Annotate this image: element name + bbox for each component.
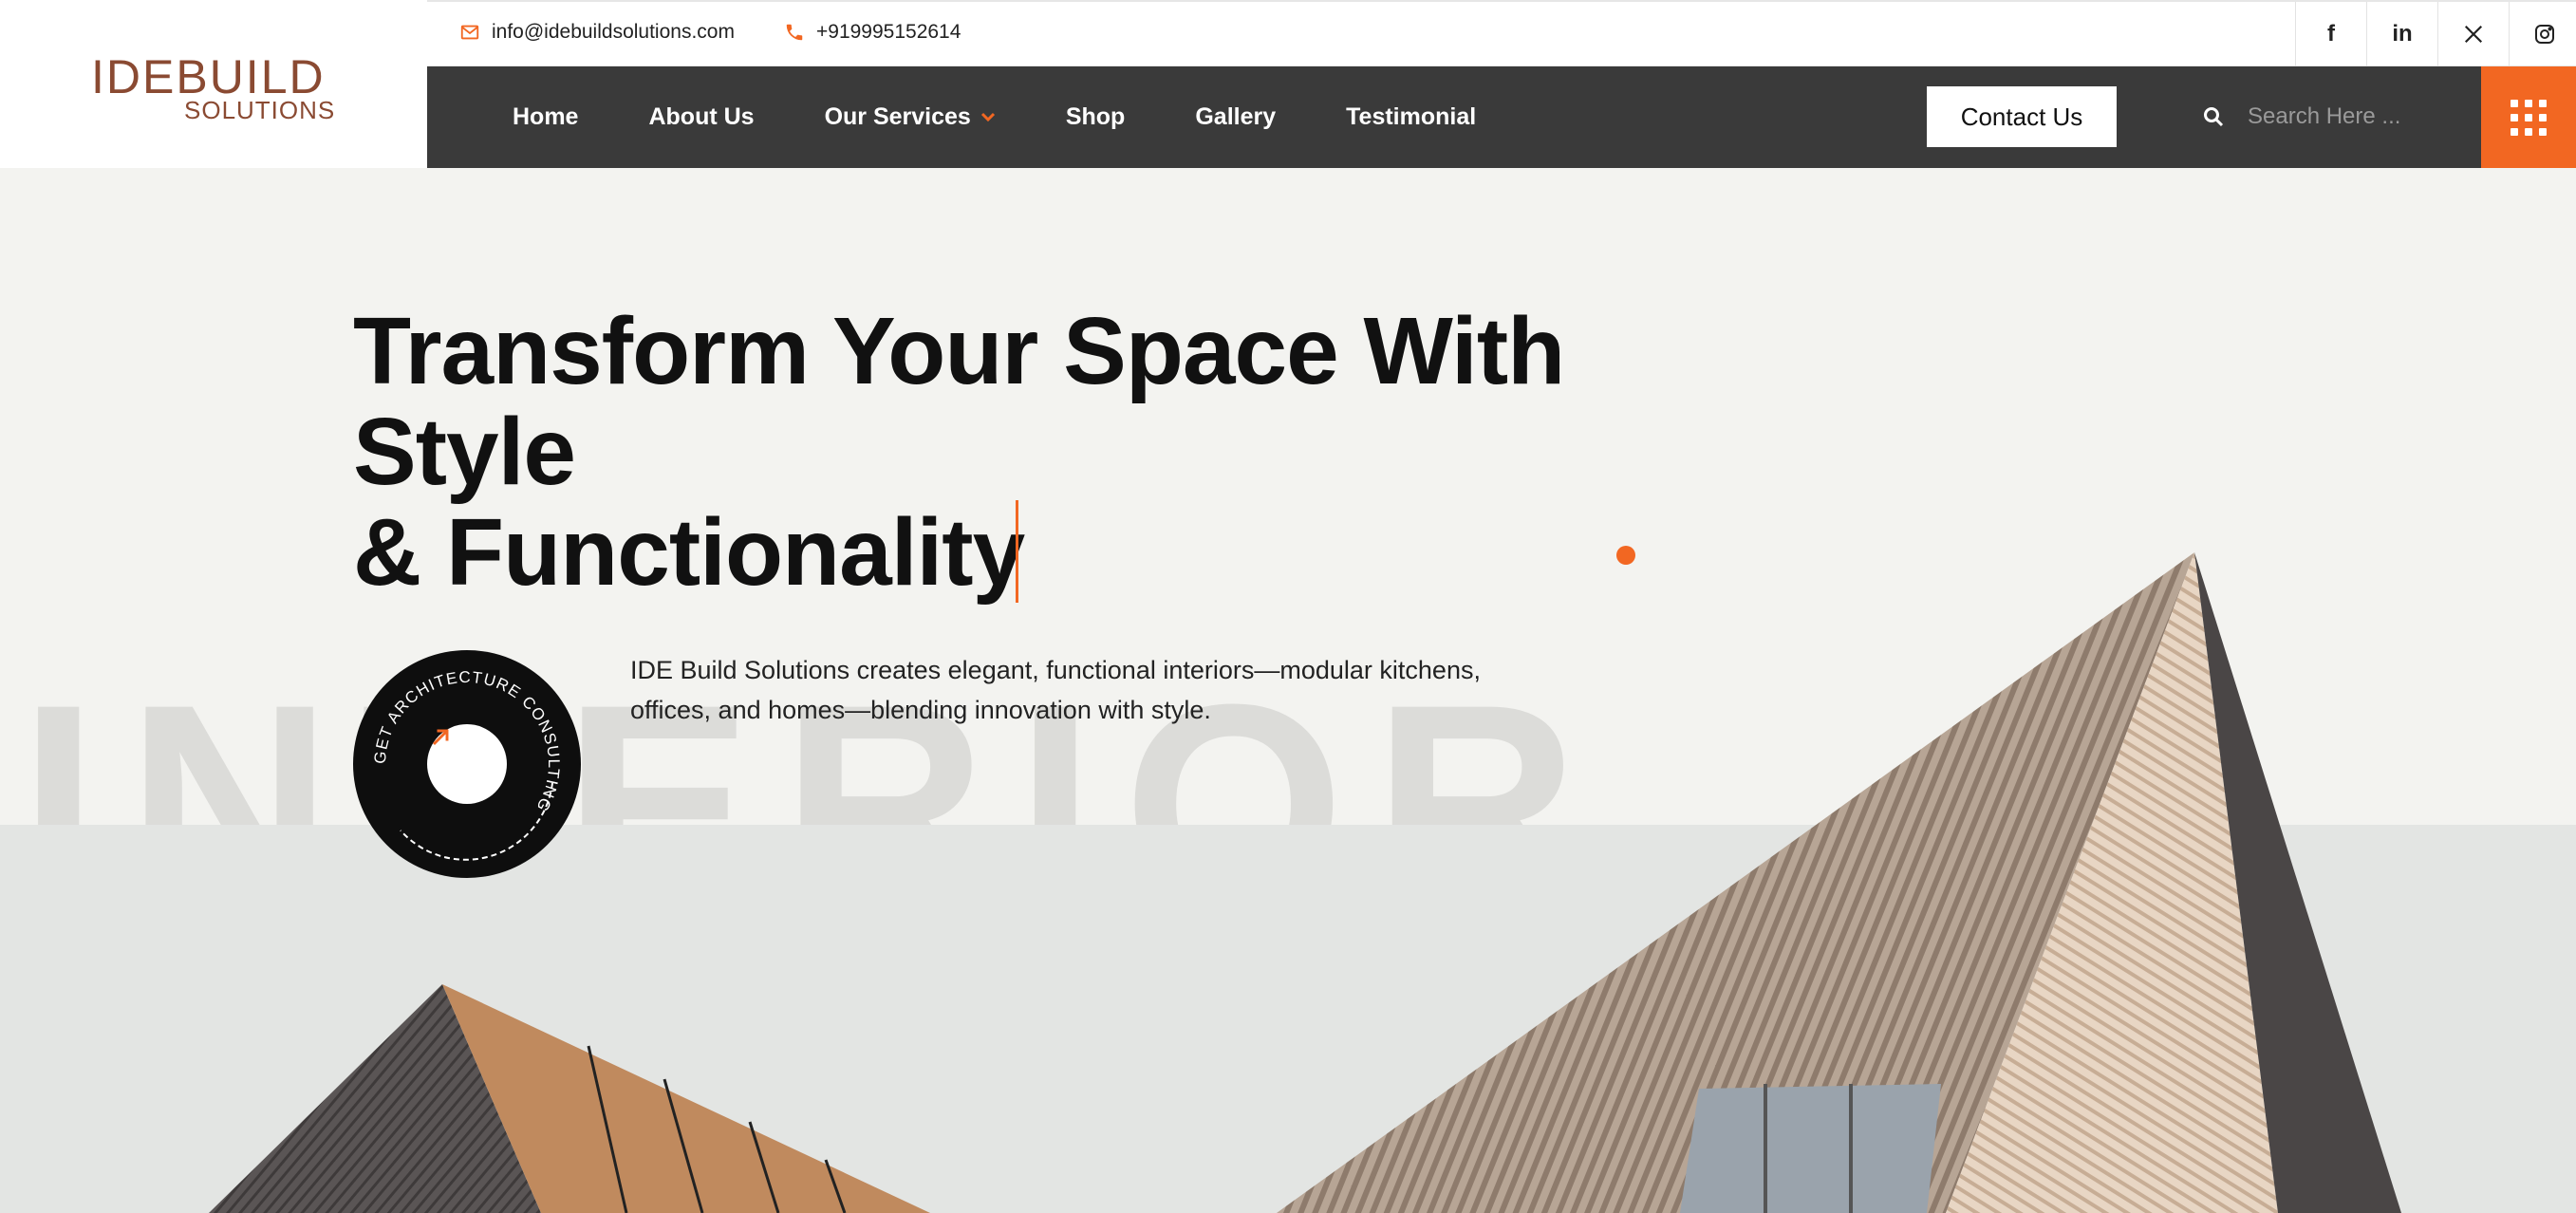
top-bar: info@idebuildsolutions.com +919995152614…	[427, 0, 2576, 66]
nav-item-gallery[interactable]: Gallery	[1195, 103, 1276, 131]
site-logo[interactable]: IDEBUILD SOLUTIONS	[91, 50, 347, 124]
nav-label: Shop	[1065, 103, 1126, 130]
phone-text: +919995152614	[816, 21, 961, 43]
hero-section: INTERIOR Transform Your Space With Style…	[0, 168, 2576, 1213]
headline-line-3: & Functionality	[353, 499, 1025, 606]
arrow-up-right-icon	[432, 729, 449, 746]
x-icon[interactable]	[2437, 2, 2509, 66]
headline-line-1: Transform Your Space With	[353, 298, 1565, 404]
decorative-dot	[1616, 546, 1635, 565]
mail-icon	[460, 25, 479, 40]
grid-menu-icon	[2511, 99, 2547, 136]
nav-label: Gallery	[1195, 103, 1277, 130]
chevron-down-icon	[980, 107, 996, 127]
hero-description: IDE Build Solutions creates elegant, fun…	[630, 656, 1481, 724]
social-links: f in	[2295, 2, 2576, 66]
grid-menu-button[interactable]	[2481, 66, 2576, 168]
badge-center	[427, 724, 507, 804]
hero-headline: Transform Your Space With Style & Functi…	[353, 298, 1565, 606]
nav-label: Testimonial	[1346, 103, 1477, 130]
email-contact[interactable]: info@idebuildsolutions.com	[459, 21, 735, 44]
facebook-icon[interactable]: f	[2295, 2, 2366, 66]
nav-label: Our Services	[824, 103, 971, 130]
linkedin-icon[interactable]: in	[2366, 2, 2437, 66]
email-text: info@idebuildsolutions.com	[492, 21, 735, 43]
nav-menu: Home About Us Our Services Shop Gallery …	[513, 66, 1546, 168]
main-navbar: Home About Us Our Services Shop Gallery …	[427, 66, 2576, 168]
search-icon[interactable]	[2202, 104, 2225, 129]
phone-icon	[786, 24, 803, 41]
nav-label: About Us	[648, 103, 755, 130]
site-header: IDEBUILD SOLUTIONS info@idebuildsolution…	[0, 0, 2576, 168]
nav-item-home[interactable]: Home	[513, 103, 578, 131]
logo-main-text: IDEBUILD	[91, 50, 326, 103]
nav-item-testimonial[interactable]: Testimonial	[1346, 103, 1476, 131]
search-input[interactable]	[2246, 103, 2439, 131]
nav-item-about-us[interactable]: About Us	[648, 103, 754, 131]
typing-cursor	[1016, 500, 1018, 603]
nav-item-our-services[interactable]: Our Services	[825, 103, 996, 131]
phone-contact[interactable]: +919995152614	[784, 21, 961, 44]
contact-us-button[interactable]: Contact Us	[1927, 86, 2117, 147]
logo-sub-text: SOLUTIONS	[184, 96, 336, 124]
nav-label: Home	[513, 103, 579, 130]
nav-item-shop[interactable]: Shop	[1066, 103, 1126, 131]
architecture-consulting-badge[interactable]: GET ARCHITECTURE CONSULTING	[353, 650, 581, 878]
headline-line-2: Style	[353, 399, 576, 505]
instagram-icon[interactable]	[2509, 2, 2576, 66]
search-box	[2202, 87, 2439, 146]
